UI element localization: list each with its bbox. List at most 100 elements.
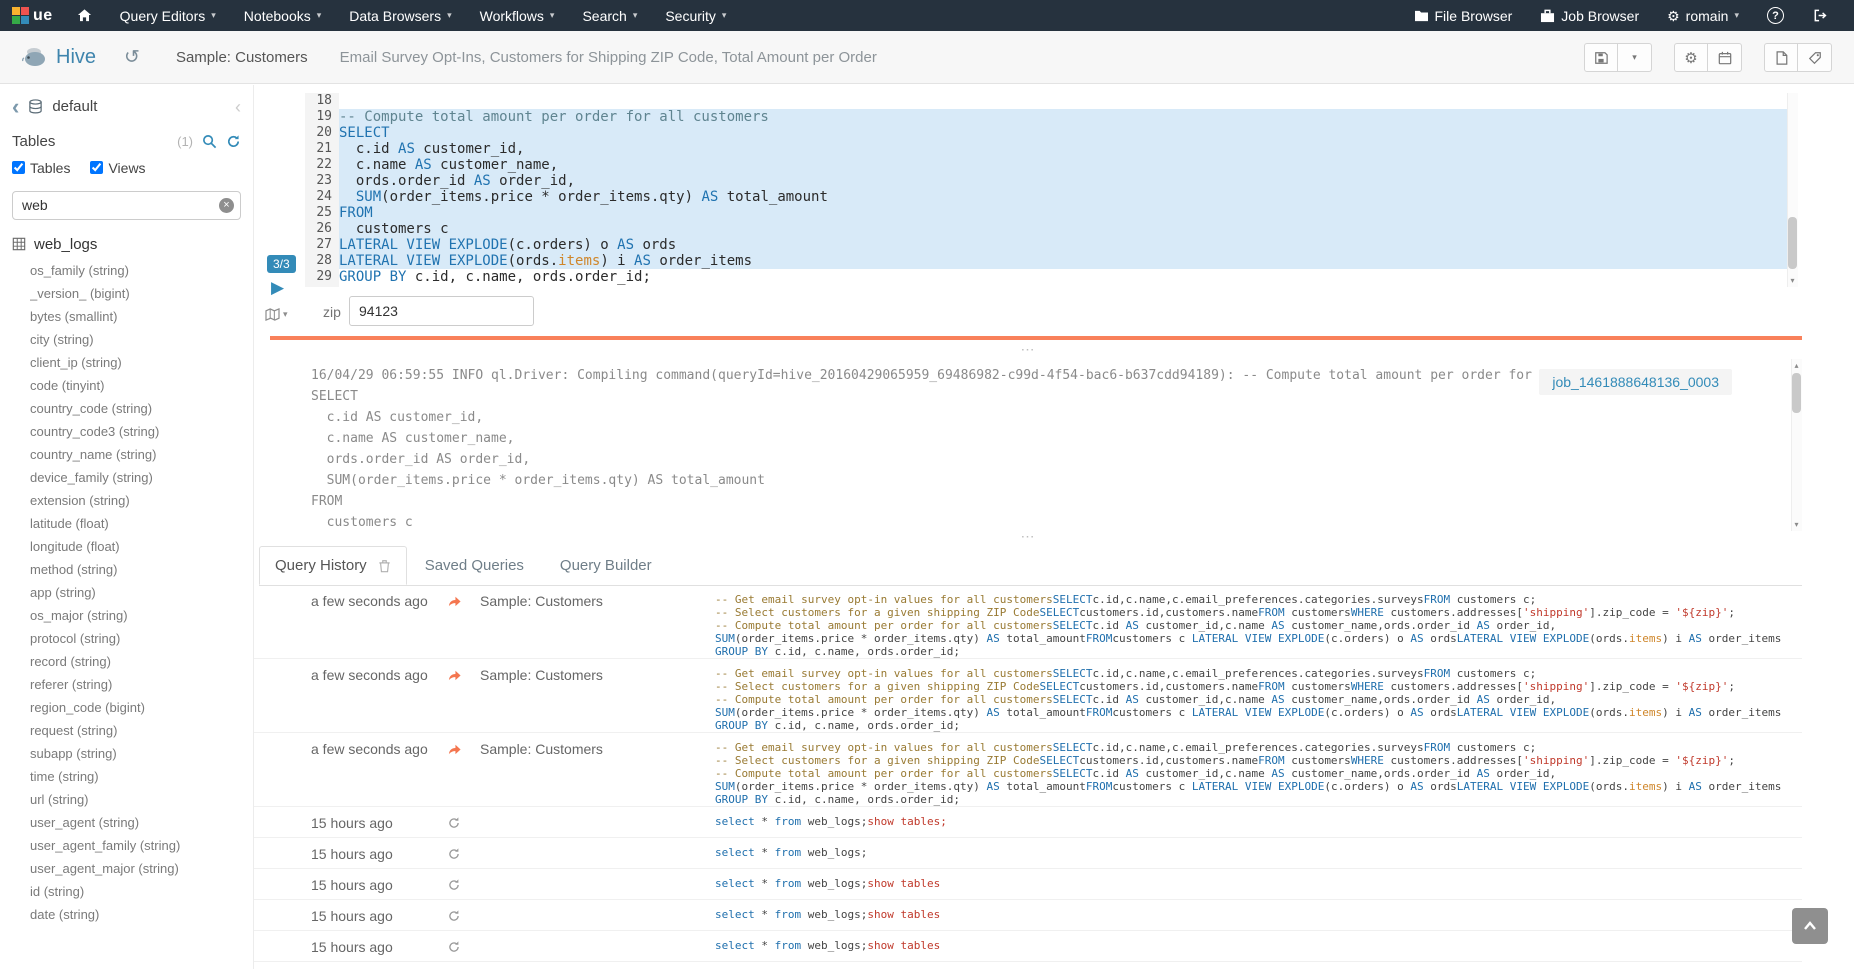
column-item[interactable]: bytes (smallint) xyxy=(30,305,253,328)
column-item[interactable]: country_code3 (string) xyxy=(30,420,253,443)
column-item[interactable]: record (string) xyxy=(30,650,253,673)
tab-saved-queries[interactable]: Saved Queries xyxy=(407,546,542,585)
variable-zip-input[interactable] xyxy=(349,296,534,326)
new-document-button[interactable] xyxy=(1764,43,1798,72)
back-chevron-icon[interactable]: ‹ xyxy=(12,98,19,116)
column-item[interactable]: region_code (bigint) xyxy=(30,696,253,719)
column-item[interactable]: method (string) xyxy=(30,558,253,581)
code-line[interactable]: -- Compute total amount per order for al… xyxy=(339,109,1798,125)
history-row[interactable]: 15 hours agoselect * from web_logs;show … xyxy=(254,931,1802,962)
column-item[interactable]: app (string) xyxy=(30,581,253,604)
scrollbar-up-icon[interactable]: ▴ xyxy=(1792,361,1801,370)
code-line[interactable]: FROM xyxy=(339,205,1798,221)
history-row[interactable]: 15 hours agoselect * from web_logs;show … xyxy=(254,807,1802,838)
column-item[interactable]: longitude (float) xyxy=(30,535,253,558)
column-item[interactable]: os_major (string) xyxy=(30,604,253,627)
schedule-button[interactable] xyxy=(1708,43,1742,72)
column-item[interactable]: referer (string) xyxy=(30,673,253,696)
hue-logo[interactable]: ue xyxy=(12,7,53,25)
code-line[interactable]: LATERAL VIEW EXPLODE(ords.items) i AS or… xyxy=(339,253,1798,269)
column-item[interactable]: id (string) xyxy=(30,880,253,903)
document-title[interactable]: Sample: Customers xyxy=(176,49,308,66)
code-line[interactable]: LATERAL VIEW EXPLODE(c.orders) o AS ords xyxy=(339,237,1798,253)
snippet-type-button[interactable]: ▾ xyxy=(265,308,288,321)
scrollbar-down-icon[interactable]: ▾ xyxy=(1792,520,1801,529)
code-line[interactable]: c.id AS customer_id, xyxy=(339,141,1798,157)
menu-notebooks[interactable]: Notebooks▾ xyxy=(230,0,335,31)
editor-scrollbar[interactable]: ▾ xyxy=(1787,93,1798,287)
code-line[interactable]: SELECT xyxy=(339,125,1798,141)
home-button[interactable] xyxy=(63,0,106,31)
column-item[interactable]: latitude (float) xyxy=(30,512,253,535)
editor-code-area[interactable]: -- Compute total amount per order for al… xyxy=(339,93,1798,287)
table-item-web-logs[interactable]: web_logs xyxy=(0,224,253,256)
tab-query-history[interactable]: Query History xyxy=(259,546,407,585)
column-item[interactable]: request (string) xyxy=(30,719,253,742)
resize-handle[interactable]: ⋯ xyxy=(254,531,1802,543)
column-item[interactable]: date (string) xyxy=(30,903,253,926)
resize-handle[interactable]: ⋯ xyxy=(254,344,1802,356)
scroll-to-top-button[interactable] xyxy=(1792,908,1828,944)
code-line[interactable]: GROUP BY c.id, c.name, ords.order_id; xyxy=(339,269,1798,285)
column-item[interactable]: user_agent (string) xyxy=(30,811,253,834)
history-row[interactable]: a few seconds agoSample: Customers-- Get… xyxy=(254,585,1802,659)
column-item[interactable]: os_family (string) xyxy=(30,259,253,282)
code-line[interactable]: SUM(order_items.price * order_items.qty)… xyxy=(339,189,1798,205)
column-item[interactable]: protocol (string) xyxy=(30,627,253,650)
menu-data-browsers[interactable]: Data Browsers▾ xyxy=(335,0,465,31)
code-line[interactable] xyxy=(339,93,1798,109)
column-item[interactable]: time (string) xyxy=(30,765,253,788)
scrollbar-thumb[interactable] xyxy=(1792,373,1801,413)
scrollbar-thumb[interactable] xyxy=(1788,217,1797,269)
log-scrollbar[interactable]: ▴ ▾ xyxy=(1791,359,1802,531)
tags-button[interactable] xyxy=(1798,43,1832,72)
history-row[interactable]: 15 hours agoselect * from web_logs;show … xyxy=(254,869,1802,900)
query-history-toggle[interactable]: ↺ xyxy=(124,48,140,67)
refresh-tables-button[interactable] xyxy=(226,134,241,149)
history-row[interactable]: a few seconds agoSample: Customers-- Get… xyxy=(254,733,1802,807)
help-button[interactable]: ? xyxy=(1753,0,1798,31)
job-link[interactable]: job_1461888648136_0003 xyxy=(1552,374,1719,390)
column-item[interactable]: _version_ (bigint) xyxy=(30,282,253,305)
code-line[interactable]: customers c xyxy=(339,221,1798,237)
column-item[interactable]: extension (string) xyxy=(30,489,253,512)
clear-history-icon[interactable] xyxy=(378,559,391,573)
column-item[interactable]: city (string) xyxy=(30,328,253,351)
database-name[interactable]: default xyxy=(52,98,97,115)
save-dropdown-button[interactable]: ▾ xyxy=(1618,43,1652,72)
menu-workflows[interactable]: Workflows▾ xyxy=(466,0,569,31)
logout-button[interactable] xyxy=(1798,0,1842,31)
menu-query-editors[interactable]: Query Editors▾ xyxy=(106,0,230,31)
user-menu[interactable]: ⚙ romain ▾ xyxy=(1653,0,1753,31)
column-item[interactable]: device_family (string) xyxy=(30,466,253,489)
document-subtitle[interactable]: Email Survey Opt-Ins, Customers for Ship… xyxy=(340,49,877,66)
column-item[interactable]: country_code (string) xyxy=(30,397,253,420)
clear-search-button[interactable]: × xyxy=(219,198,234,213)
column-item[interactable]: user_agent_major (string) xyxy=(30,857,253,880)
job-browser-link[interactable]: Job Browser xyxy=(1526,0,1653,31)
tab-query-builder[interactable]: Query Builder xyxy=(542,546,670,585)
table-filter-input[interactable] xyxy=(12,191,241,220)
collapse-panel-icon[interactable]: ‹ xyxy=(235,100,241,114)
history-row[interactable]: 15 hours agoselect * from web_logs; xyxy=(254,838,1802,869)
column-item[interactable]: client_ip (string) xyxy=(30,351,253,374)
column-item[interactable]: country_name (string) xyxy=(30,443,253,466)
hive-app-brand[interactable]: Hive xyxy=(22,46,96,69)
save-button[interactable] xyxy=(1584,43,1618,72)
views-checkbox-input[interactable] xyxy=(90,161,103,174)
filter-views-checkbox[interactable]: Views xyxy=(90,160,145,176)
menu-security[interactable]: Security▾ xyxy=(651,0,740,31)
menu-search[interactable]: Search▾ xyxy=(568,0,651,31)
code-line[interactable]: c.name AS customer_name, xyxy=(339,157,1798,173)
settings-button[interactable]: ⚙ xyxy=(1674,43,1708,72)
code-line[interactable]: ords.order_id AS order_id, xyxy=(339,173,1798,189)
column-item[interactable]: url (string) xyxy=(30,788,253,811)
file-browser-link[interactable]: File Browser xyxy=(1400,0,1527,31)
tables-checkbox-input[interactable] xyxy=(12,161,25,174)
scrollbar-down-icon[interactable]: ▾ xyxy=(1788,276,1797,285)
column-item[interactable]: code (tinyint) xyxy=(30,374,253,397)
filter-tables-checkbox[interactable]: Tables xyxy=(12,160,70,176)
code-editor[interactable]: 181920212223242526272829 -- Compute tota… xyxy=(305,93,1798,287)
table-search-button[interactable] xyxy=(202,134,217,149)
history-row[interactable]: a few seconds agoSample: Customers-- Get… xyxy=(254,659,1802,733)
